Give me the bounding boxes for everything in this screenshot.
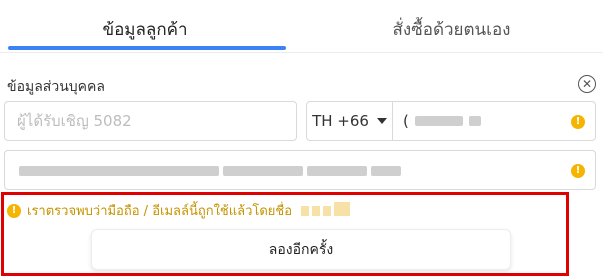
tab-self-order[interactable]: สั่งซื้อด้วยตนเอง (300, 16, 603, 43)
tab-bar: ข้อมูลลูกค้า สั่งซื้อด้วยตนเอง (0, 0, 603, 53)
phone-redacted (414, 116, 463, 126)
invite-field[interactable] (4, 101, 297, 141)
warning-icon: ! (7, 203, 21, 218)
warning-icon: ! (571, 164, 585, 178)
section-title: ข้อมูลส่วนบุคคล (7, 79, 105, 95)
alert-text: เราตรวจพบว่ามือถือ / อีเมลล์นี้ถูกใช้แล้… (27, 204, 293, 219)
phone-input[interactable]: ( (393, 112, 595, 130)
phone-prefix: ( (403, 112, 409, 130)
phone-redacted-tail (468, 116, 481, 126)
alert-message: ! เราตรวจพบว่ามือถือ / อีเมลล์นี้ถูกใช้แ… (7, 200, 351, 221)
caret-down-icon (376, 118, 387, 124)
invite-input[interactable] (5, 102, 296, 140)
retry-button[interactable]: ลองอีกครั้ง (91, 229, 511, 270)
country-code-select[interactable]: TH +66 (307, 102, 393, 140)
phone-field: TH +66 ( ! (306, 101, 596, 141)
email-field[interactable]: ! (4, 150, 596, 190)
warning-icon: ! (571, 115, 585, 129)
email-redacted (19, 166, 401, 176)
alert-redacted-name (298, 201, 351, 220)
active-tab-indicator (8, 46, 286, 50)
country-code-label: TH +66 (312, 112, 369, 130)
tab-customer-info[interactable]: ข้อมูลลูกค้า (0, 16, 290, 43)
close-icon[interactable]: ✕ (578, 75, 596, 93)
